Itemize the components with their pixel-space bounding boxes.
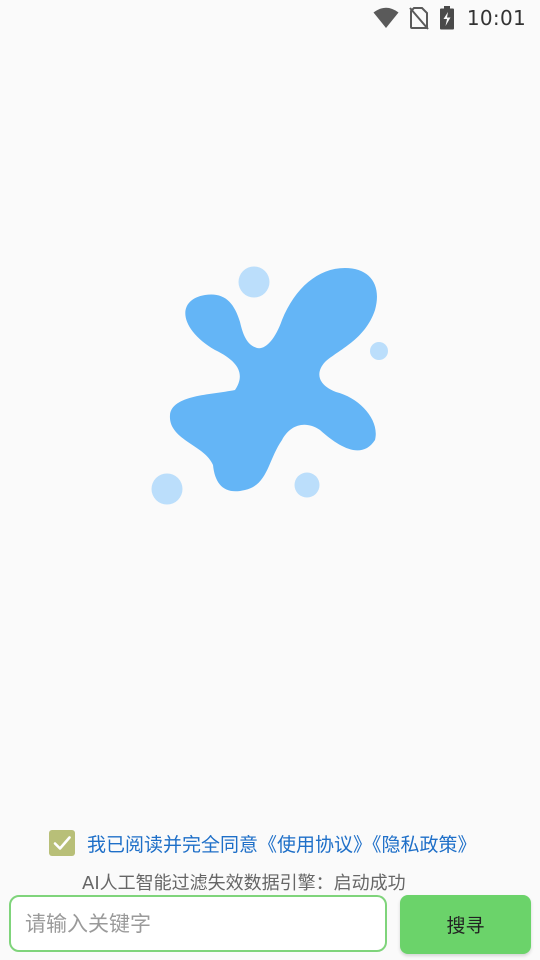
- engine-status-text: AI人工智能过滤失效数据引擎：启动成功: [82, 873, 406, 894]
- logo-blob: [169, 268, 377, 492]
- battery-charging-icon: [439, 6, 455, 30]
- status-clock: 10:01: [466, 6, 526, 30]
- status-icons: 10:01: [373, 5, 526, 31]
- search-input[interactable]: [9, 895, 387, 952]
- splash-logo: [151, 266, 388, 505]
- logo-bubble: [151, 473, 183, 505]
- no-sim-icon: [409, 6, 429, 30]
- app-screen: 10:01 我已阅读并完全同意《使用协议》《隐私政策》 AI人工智能过滤失效数据…: [0, 0, 540, 960]
- wifi-icon: [373, 7, 399, 29]
- status-bar: 10:01: [0, 0, 540, 36]
- logo-bubble: [238, 266, 270, 298]
- agreement-text[interactable]: 我已阅读并完全同意《使用协议》《隐私政策》: [87, 830, 477, 857]
- check-icon: [53, 836, 71, 850]
- agreement-checkbox[interactable]: [49, 830, 75, 856]
- logo-bubble: [294, 472, 320, 498]
- logo-bubble: [370, 342, 388, 360]
- search-button[interactable]: 搜寻: [400, 895, 531, 954]
- consent-row: 我已阅读并完全同意《使用协议》《隐私政策》: [49, 829, 477, 857]
